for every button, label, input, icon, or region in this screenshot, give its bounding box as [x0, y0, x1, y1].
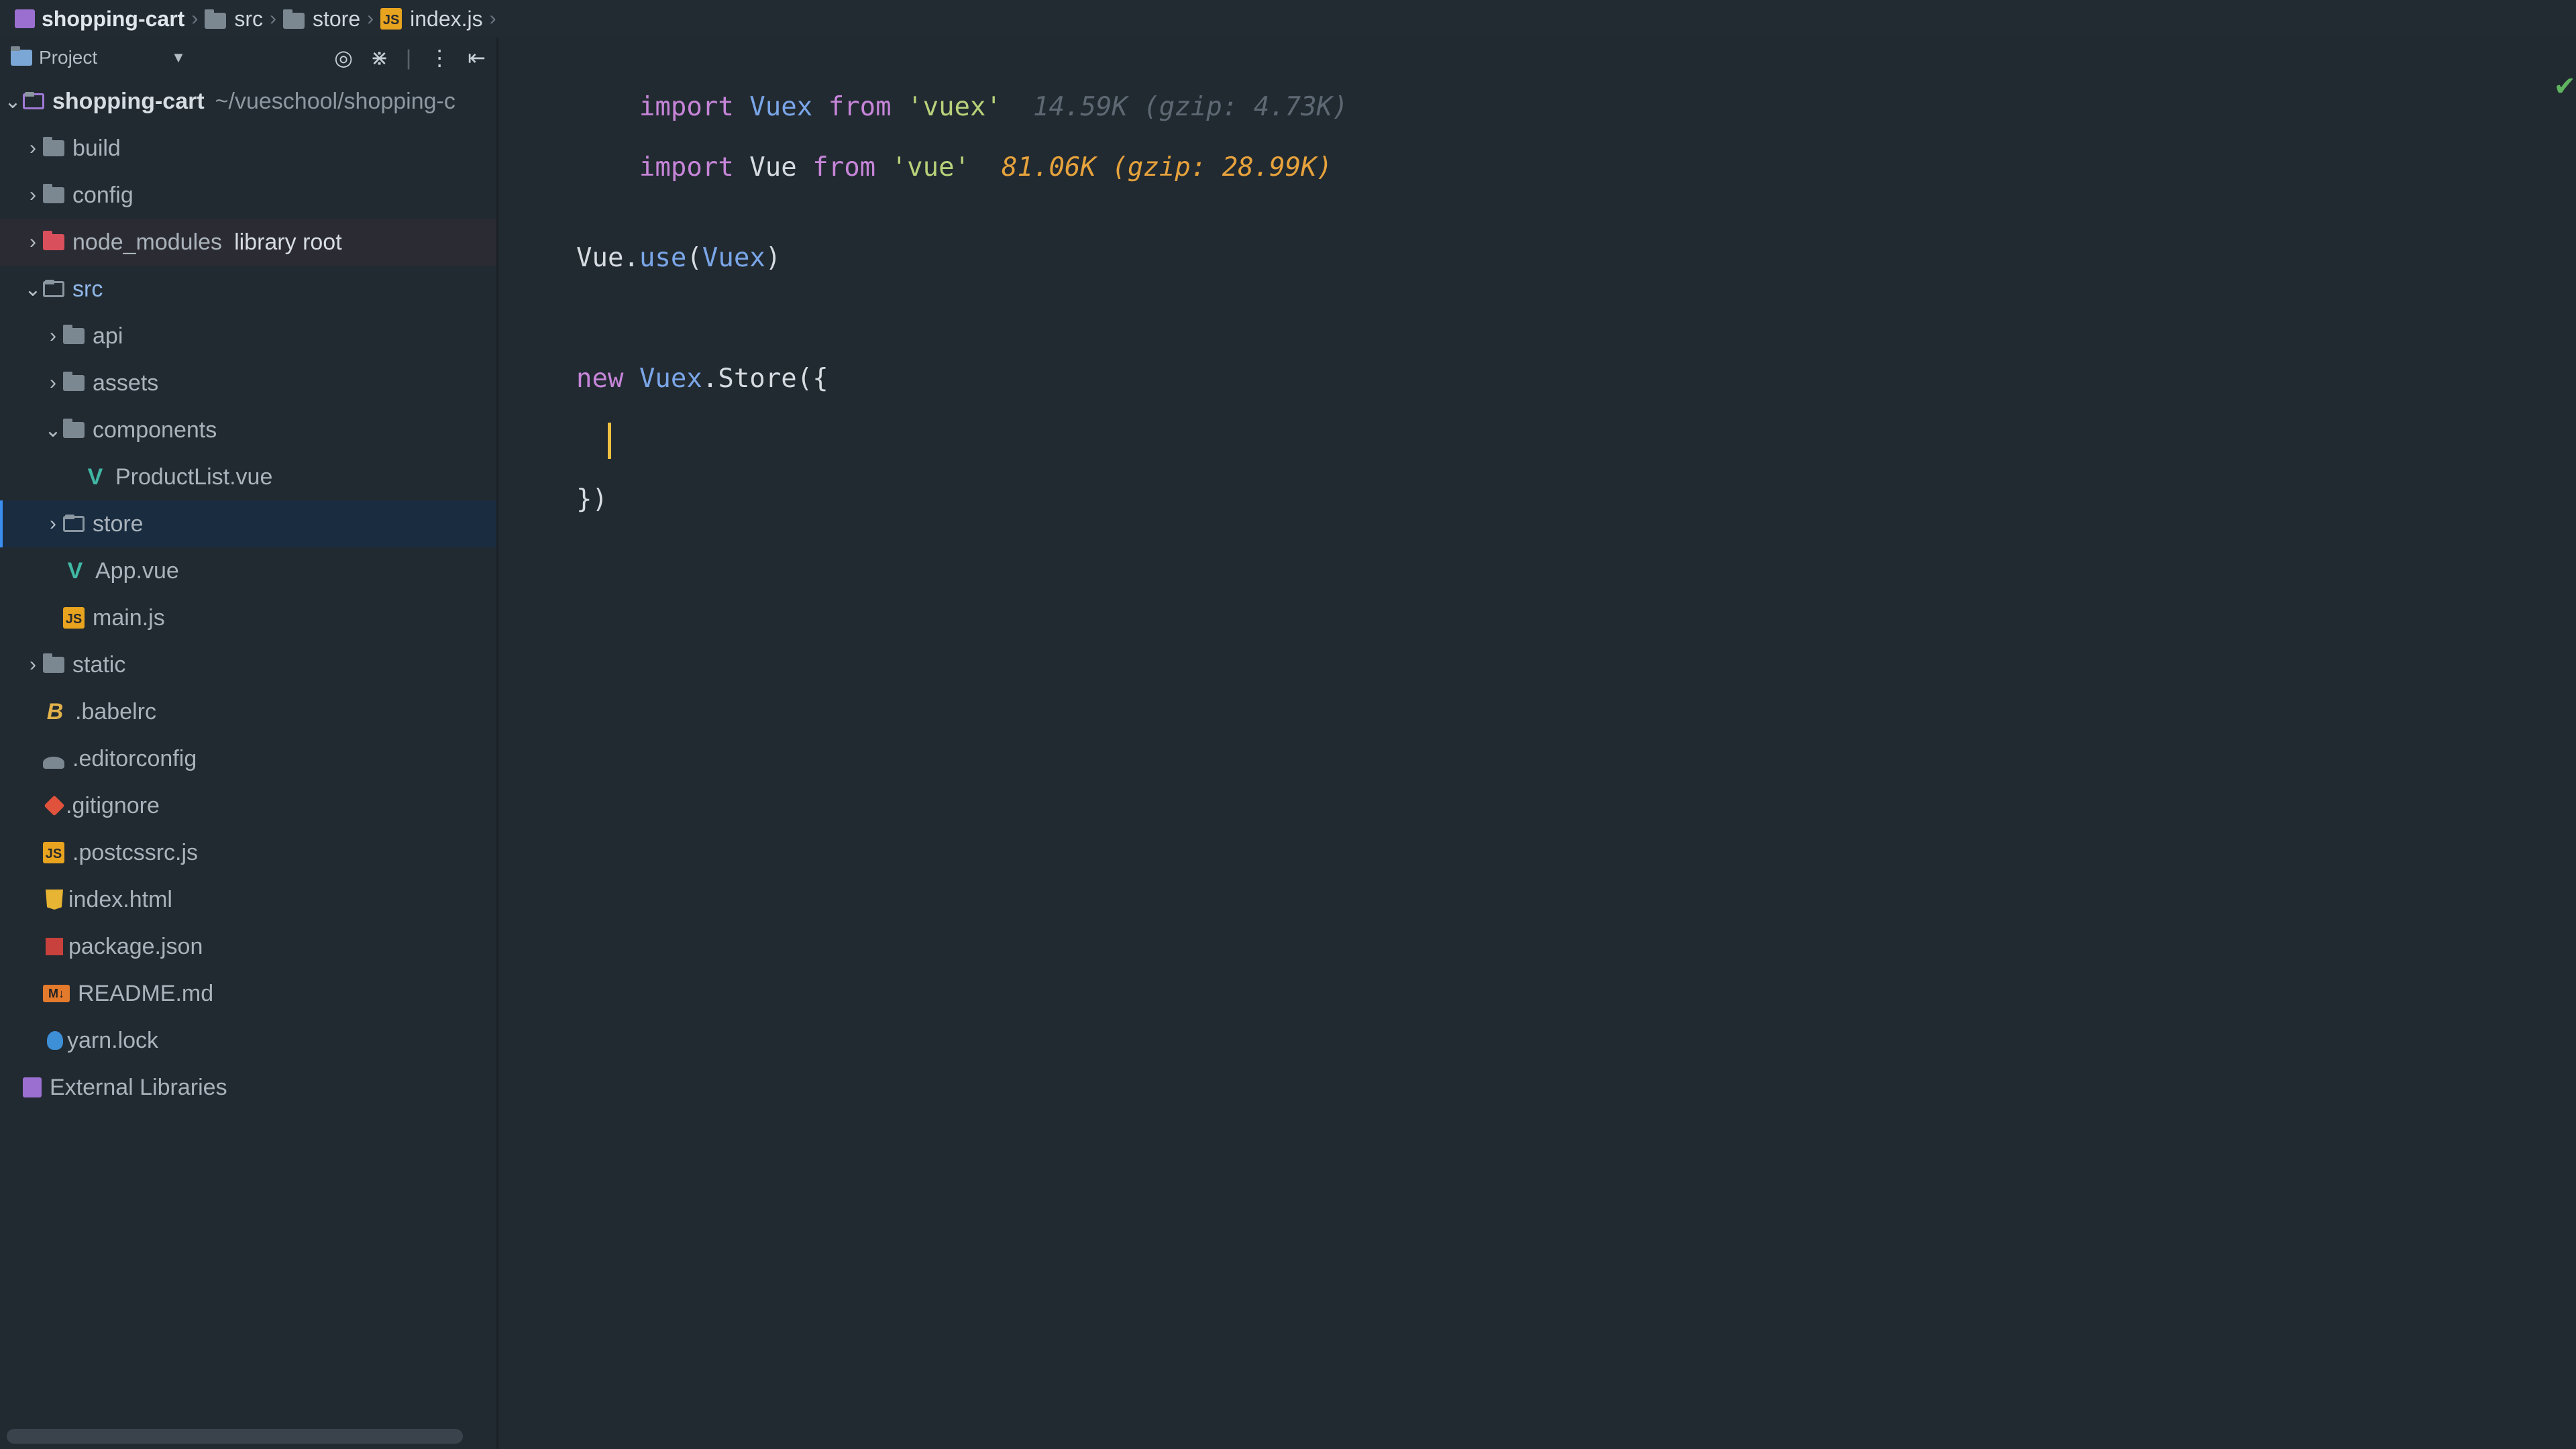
- inspection-ok-icon[interactable]: ✔: [2553, 71, 2576, 102]
- folder-icon: [63, 419, 85, 438]
- breadcrumb-item-src[interactable]: src: [205, 7, 263, 32]
- tree-root[interactable]: ⌄ shopping-cart ~/vueschool/shopping-c: [0, 78, 496, 125]
- tree-item-src[interactable]: ⌄ src: [0, 266, 496, 313]
- project-sidebar: Project ▼ ◎ ⋇ | ⋮ ⇤ ⌄ shopping-cart ~/vu…: [0, 38, 498, 1449]
- chevron-down-icon[interactable]: ⌄: [23, 278, 43, 301]
- chevron-down-icon[interactable]: ⌄: [43, 419, 63, 442]
- tree-item-components[interactable]: ⌄ components: [0, 407, 496, 453]
- breadcrumb-item-project[interactable]: shopping-cart: [15, 7, 184, 32]
- tree-item-app-vue[interactable]: V App.vue: [0, 547, 496, 594]
- code-line-6: new Vuex.Store({: [576, 364, 828, 394]
- tree-item-yarn-lock[interactable]: yarn.lock: [0, 1017, 496, 1064]
- breadcrumb-item-store[interactable]: store: [282, 7, 360, 32]
- babel-file-icon: B: [46, 699, 64, 724]
- code-line-2: import Vue from 'vue' 81.06K (gzip: 28.9…: [639, 152, 1333, 182]
- library-icon: [23, 1077, 42, 1097]
- folder-icon: [282, 9, 305, 29]
- chevron-right-icon: ›: [489, 7, 496, 30]
- breadcrumb-item-file[interactable]: JS index.js: [380, 7, 483, 32]
- git-file-icon: [44, 795, 65, 816]
- folder-icon: [43, 137, 64, 156]
- chevron-right-icon: ›: [367, 7, 374, 30]
- hide-panel-icon[interactable]: ⇤: [468, 45, 486, 70]
- vue-file-icon: V: [87, 464, 103, 490]
- chevron-right-icon[interactable]: ›: [23, 184, 43, 207]
- tree-item-gitignore[interactable]: .gitignore: [0, 782, 496, 829]
- chevron-right-icon[interactable]: ›: [43, 372, 63, 394]
- chevron-right-icon[interactable]: ›: [43, 513, 63, 535]
- tree-item-api[interactable]: › api: [0, 313, 496, 360]
- tree-item-index-html[interactable]: index.html: [0, 876, 496, 923]
- chevron-right-icon: ›: [191, 7, 199, 30]
- import-size-hint: 14.59K (gzip: 4.73K): [1032, 92, 1348, 122]
- code-line-8: }): [576, 484, 608, 515]
- chevron-down-icon[interactable]: ▼: [171, 49, 186, 66]
- js-file-icon: JS: [63, 607, 85, 629]
- horizontal-scrollbar[interactable]: [7, 1429, 463, 1444]
- tree-item-postcssrc[interactable]: JS .postcssrc.js: [0, 829, 496, 876]
- tree-item-assets[interactable]: › assets: [0, 360, 496, 407]
- source-folder-icon: [43, 280, 64, 297]
- tree-item-readme[interactable]: M↓ README.md: [0, 970, 496, 1017]
- tree-item-productlist-vue[interactable]: V ProductList.vue: [0, 453, 496, 500]
- divider: |: [405, 45, 412, 70]
- editorconfig-file-icon: [43, 757, 64, 769]
- folder-icon: [43, 653, 64, 673]
- folder-icon: [63, 515, 85, 532]
- tree-item-config[interactable]: › config: [0, 172, 496, 219]
- tree-item-store[interactable]: › store: [0, 500, 496, 547]
- chevron-right-icon[interactable]: ›: [23, 137, 43, 160]
- tree-item-package-json[interactable]: package.json: [0, 923, 496, 970]
- text-caret: [608, 423, 611, 459]
- project-view-selector[interactable]: Project: [39, 47, 97, 68]
- code-editor[interactable]: import Vuex from 'vuex' 14.59K (gzip: 4.…: [498, 38, 2576, 1449]
- tree-item-babelrc[interactable]: B .babelrc: [0, 688, 496, 735]
- chevron-right-icon[interactable]: ›: [23, 231, 43, 254]
- folder-icon: [205, 9, 227, 29]
- breadcrumb: shopping-cart › src › store › JS index.j…: [0, 0, 2576, 38]
- chevron-right-icon: ›: [269, 7, 276, 30]
- markdown-file-icon: M↓: [43, 985, 70, 1002]
- chevron-right-icon[interactable]: ›: [43, 325, 63, 347]
- folder-icon: [43, 184, 64, 203]
- folder-icon: [63, 372, 85, 391]
- more-options-icon[interactable]: ⋮: [429, 45, 450, 70]
- tree-item-static[interactable]: › static: [0, 641, 496, 688]
- project-panel-header: Project ▼ ◎ ⋇ | ⋮ ⇤: [0, 38, 496, 78]
- vue-file-icon: V: [67, 558, 83, 584]
- folder-icon: [63, 325, 85, 344]
- chevron-right-icon[interactable]: ›: [23, 653, 43, 676]
- js-file-icon: JS: [43, 842, 64, 863]
- locate-icon[interactable]: ◎: [334, 45, 353, 70]
- project-icon: [15, 9, 35, 28]
- code-line-4: Vue.use(Vuex): [576, 243, 782, 273]
- npm-file-icon: [46, 938, 63, 955]
- module-folder-icon: [23, 92, 44, 109]
- project-view-icon: [11, 46, 32, 66]
- js-file-icon: JS: [380, 8, 402, 30]
- yarn-file-icon: [47, 1031, 63, 1050]
- excluded-folder-icon: [43, 231, 64, 250]
- tree-item-build[interactable]: › build: [0, 125, 496, 172]
- tree-item-node-modules[interactable]: › node_modules library root: [0, 219, 496, 266]
- tree-item-main-js[interactable]: JS main.js: [0, 594, 496, 641]
- chevron-down-icon[interactable]: ⌄: [3, 90, 23, 113]
- html-file-icon: [46, 890, 63, 910]
- tree-item-editorconfig[interactable]: .editorconfig: [0, 735, 496, 782]
- tree-item-external-libraries[interactable]: External Libraries: [0, 1064, 496, 1111]
- import-size-hint: 81.06K (gzip: 28.99K): [1002, 152, 1333, 182]
- collapse-all-icon[interactable]: ⋇: [370, 45, 388, 70]
